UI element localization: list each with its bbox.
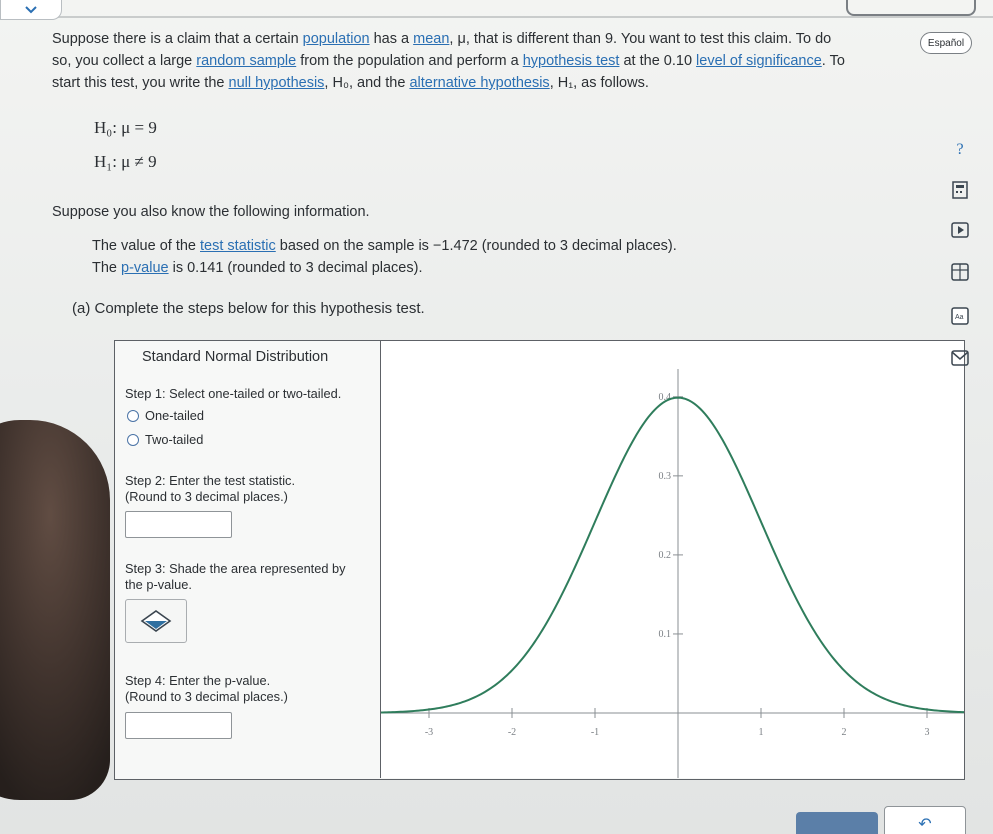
check-button[interactable] bbox=[796, 812, 878, 834]
x-tick-label: -3 bbox=[425, 727, 433, 738]
mail-icon[interactable] bbox=[950, 348, 970, 368]
two-tailed-option[interactable]: Two-tailed bbox=[127, 432, 203, 447]
text-reader-icon[interactable]: Aa bbox=[950, 306, 970, 326]
svg-text:Aa: Aa bbox=[955, 314, 964, 321]
problem-statement: Suppose there is a claim that a certain … bbox=[52, 31, 845, 91]
one-tailed-option[interactable]: One-tailed bbox=[127, 408, 204, 423]
step3-label: Step 3: Shade the area represented by th… bbox=[125, 561, 346, 592]
calculator-icon[interactable] bbox=[950, 180, 970, 200]
hypothesis-test-link[interactable]: hypothesis test bbox=[523, 53, 620, 69]
y-tick-label: 0.1 bbox=[659, 629, 672, 640]
undo-button[interactable]: ↶ bbox=[884, 806, 966, 834]
panel-title: Standard Normal Distribution bbox=[142, 349, 329, 365]
top-divider bbox=[30, 16, 993, 18]
y-tick-label: 0.2 bbox=[659, 550, 672, 561]
alternative-hypothesis-link[interactable]: alternative hypothesis bbox=[409, 75, 549, 91]
data-table-icon[interactable] bbox=[950, 262, 970, 282]
p-value-info: The p-value is 0.141 (rounded to 3 decim… bbox=[92, 260, 423, 276]
x-tick-label: 3 bbox=[925, 727, 930, 738]
part-a-heading: (a) Complete the steps below for this hy… bbox=[72, 300, 425, 317]
test-statistic-info: The value of the test statistic based on… bbox=[92, 238, 677, 254]
x-tick-label: -2 bbox=[508, 727, 516, 738]
one-tailed-label: One-tailed bbox=[145, 408, 205, 423]
chart-canvas[interactable]: -3 -2 -1 1 2 30.10.20.30.4 bbox=[381, 341, 964, 778]
null-hypothesis-link[interactable]: null hypothesis bbox=[229, 75, 325, 91]
mean-link[interactable]: mean bbox=[413, 31, 449, 47]
alternative-hypothesis: H₁: μ ≠ 9 bbox=[94, 152, 157, 171]
p-value-input[interactable] bbox=[125, 712, 232, 739]
chevron-down-icon bbox=[25, 5, 37, 13]
step1-label: Step 1: Select one-tailed or two-tailed. bbox=[125, 386, 342, 401]
hypothesis-test-panel: Standard Normal Distribution Step 1: Sel… bbox=[114, 340, 965, 780]
test-statistic-input[interactable] bbox=[125, 511, 232, 538]
help-icon[interactable]: ? bbox=[950, 140, 970, 160]
step4-label: Step 4: Enter the p-value. (Round to 3 d… bbox=[125, 673, 288, 704]
radio-button[interactable] bbox=[127, 433, 139, 446]
normal-curve bbox=[381, 396, 964, 714]
espanol-button[interactable]: Español bbox=[920, 32, 972, 54]
p-value-link[interactable]: p-value bbox=[121, 260, 169, 276]
video-icon[interactable] bbox=[950, 220, 970, 240]
radio-button[interactable] bbox=[127, 409, 139, 422]
y-tick-label: 0.3 bbox=[659, 471, 672, 482]
level-of-significance-link[interactable]: level of significance bbox=[696, 53, 822, 69]
x-tick-label: 2 bbox=[842, 727, 847, 738]
x-tick-label: 1 bbox=[759, 727, 764, 738]
back-button[interactable] bbox=[0, 0, 62, 20]
null-hypothesis: H₀: μ = 9 bbox=[94, 118, 157, 137]
info-intro: Suppose you also know the following info… bbox=[52, 204, 370, 220]
step2-label: Step 2: Enter the test statistic. (Round… bbox=[125, 473, 295, 504]
random-sample-link[interactable]: random sample bbox=[196, 53, 296, 69]
test-statistic-link[interactable]: test statistic bbox=[200, 238, 276, 254]
population-link[interactable]: population bbox=[303, 31, 370, 47]
normal-distribution-chart[interactable]: -3 -2 -1 1 2 3 0.1 0.2 0.3 0.4 bbox=[381, 341, 964, 778]
two-tailed-label: Two-tailed bbox=[145, 432, 204, 447]
shade-area-button[interactable] bbox=[125, 599, 187, 643]
steps-column: Standard Normal Distribution Step 1: Sel… bbox=[115, 341, 381, 778]
shade-diamond-icon bbox=[140, 610, 172, 632]
header-button-frame[interactable] bbox=[846, 0, 976, 16]
x-tick-label: -1 bbox=[591, 727, 599, 738]
finger-occlusion bbox=[0, 420, 110, 800]
